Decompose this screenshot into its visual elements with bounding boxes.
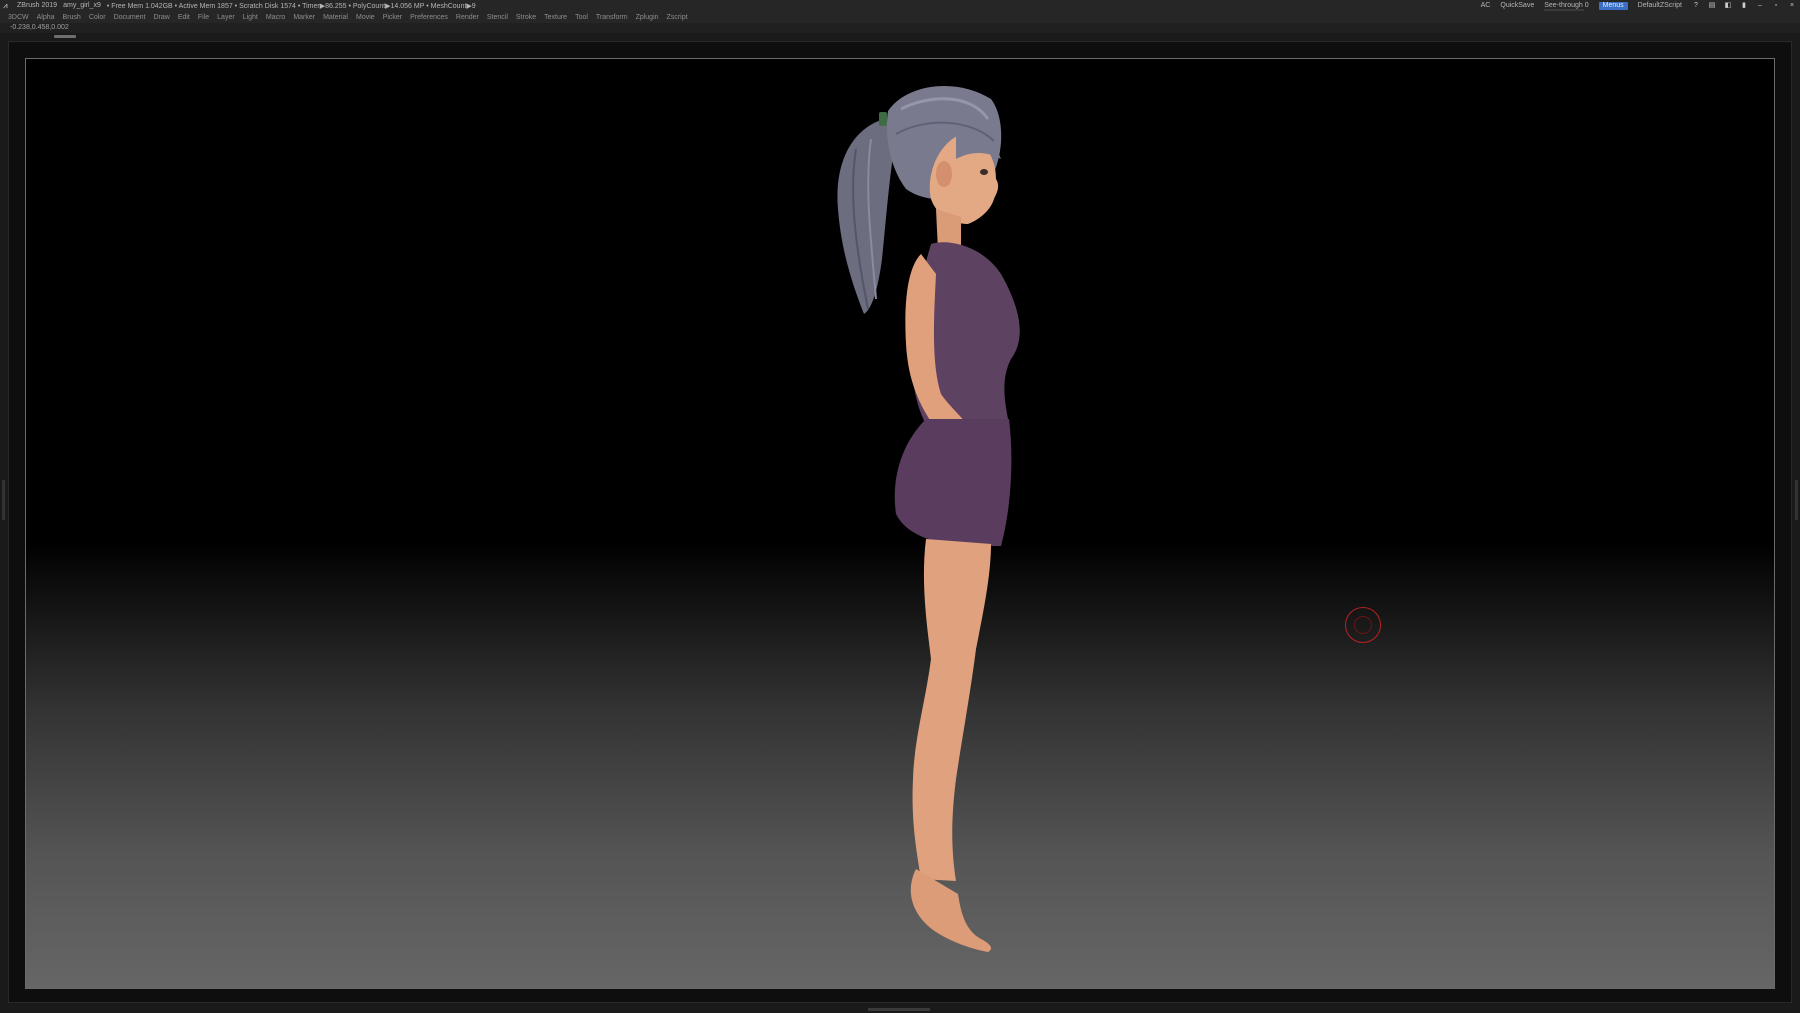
- tray-icon[interactable]: ▤: [1708, 2, 1716, 10]
- menu-alpha[interactable]: Alpha: [37, 14, 55, 21]
- zbrush-logo-icon: ⩘: [3, 0, 8, 10]
- menus-button[interactable]: Menus: [1598, 1, 1628, 10]
- foot: [910, 869, 992, 952]
- menu-edit[interactable]: Edit: [178, 14, 190, 21]
- sculpt-model[interactable]: [26, 59, 1775, 989]
- scroll-handle[interactable]: [54, 35, 76, 38]
- app-name: ZBrush 2019: [17, 2, 58, 9]
- see-through-label: See-through: [1544, 2, 1583, 9]
- menu-zplugin[interactable]: Zplugin: [636, 14, 659, 21]
- menu-zscript[interactable]: Zscript: [667, 14, 688, 21]
- help-icon[interactable]: ?: [1692, 2, 1700, 10]
- memory-stats: • Free Mem 1.042GB • Active Mem 1857 • S…: [106, 2, 476, 10]
- ear: [936, 161, 952, 187]
- menu-material[interactable]: Material: [323, 14, 348, 21]
- menu-tool[interactable]: Tool: [575, 14, 588, 21]
- bottom-tray-handle[interactable]: [868, 1008, 930, 1011]
- menu-light[interactable]: Light: [243, 14, 258, 21]
- menu-stroke[interactable]: Stroke: [516, 14, 536, 21]
- title-bar: ⩘ ZBrush 2019 amy_girl_x9 • Free Mem 1.0…: [0, 0, 1800, 11]
- quicksave-button[interactable]: QuickSave: [1500, 2, 1534, 9]
- restore-icon[interactable]: ▫: [1772, 2, 1780, 10]
- default-zscript-button[interactable]: DefaultZScript: [1638, 2, 1682, 9]
- left-tray-handle[interactable]: [2, 480, 5, 520]
- menu-brush[interactable]: Brush: [63, 14, 81, 21]
- menu-stencil[interactable]: Stencil: [487, 14, 508, 21]
- menu-bar: 3DCW Alpha Brush Color Document Draw Edit File L…: [0, 11, 1800, 23]
- lock-icon[interactable]: ▮: [1740, 2, 1748, 10]
- see-through-value: 0: [1584, 2, 1589, 9]
- menu-preferences[interactable]: Preferences: [410, 14, 448, 21]
- menu-document[interactable]: Document: [114, 14, 146, 21]
- status-bar: -0.238,0.458,0.002: [0, 23, 1800, 33]
- menu-render[interactable]: Render: [456, 14, 479, 21]
- ac-toggle[interactable]: AC: [1481, 2, 1491, 9]
- hair-tie: [879, 112, 887, 126]
- menu-file[interactable]: File: [198, 14, 209, 21]
- menu-picker[interactable]: Picker: [383, 14, 402, 21]
- menu-movie[interactable]: Movie: [356, 14, 375, 21]
- eye: [980, 169, 988, 175]
- palette-icon[interactable]: ◧: [1724, 2, 1732, 10]
- menu-texture[interactable]: Texture: [544, 14, 567, 21]
- brush-cursor-inner: [1354, 616, 1372, 634]
- close-icon[interactable]: ×: [1788, 2, 1796, 10]
- leg: [912, 539, 991, 881]
- cursor-coordinates: -0.238,0.458,0.002: [10, 24, 69, 31]
- menu-draw[interactable]: Draw: [153, 14, 169, 21]
- menu-color[interactable]: Color: [89, 14, 106, 21]
- menu-layer[interactable]: Layer: [217, 14, 235, 21]
- ponytail: [837, 119, 896, 314]
- canvas-viewport[interactable]: [25, 58, 1775, 989]
- right-tray-handle[interactable]: [1795, 480, 1798, 520]
- menu-transform[interactable]: Transform: [596, 14, 628, 21]
- menu-3dcw[interactable]: 3DCW: [8, 14, 29, 21]
- file-name: amy_girl_x9: [63, 2, 101, 9]
- brush-cursor: [1345, 607, 1381, 643]
- menu-macro[interactable]: Macro: [266, 14, 285, 21]
- minimize-icon[interactable]: –: [1756, 2, 1764, 10]
- see-through-slider[interactable]: See-through 0: [1544, 2, 1589, 11]
- dress-skirt: [894, 419, 1012, 546]
- menu-marker[interactable]: Marker: [293, 14, 315, 21]
